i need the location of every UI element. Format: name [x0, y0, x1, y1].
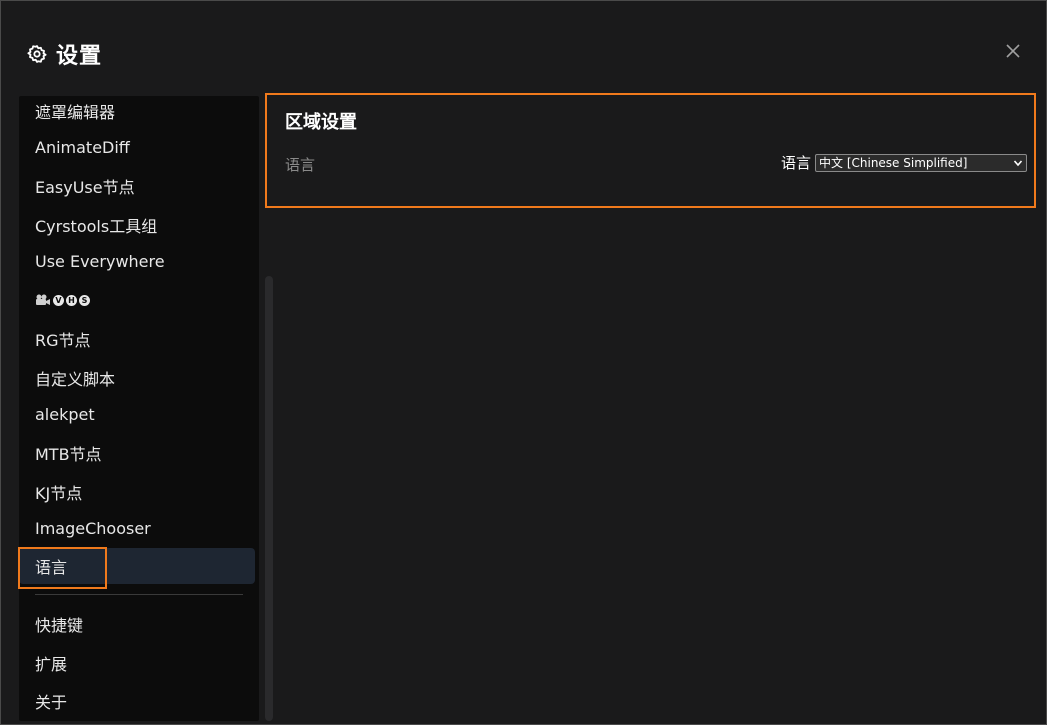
language-select-value: 中文 [Chinese Simplified] [819, 156, 968, 170]
sidebar-item-alekpet[interactable]: alekpet [19, 396, 255, 432]
sidebar-item-use-everywhere[interactable]: Use Everywhere [19, 243, 255, 279]
sidebar-item-vhs[interactable]: V H S [19, 282, 255, 318]
section-title: 区域设置 [285, 112, 357, 133]
close-button[interactable] [1003, 41, 1023, 61]
sidebar-item-label: 快捷键 [35, 616, 84, 635]
sidebar-item-label: AnimateDiff [35, 137, 130, 157]
language-control-label: 语言 [780, 154, 811, 172]
sidebar-item-about[interactable]: 关于 [19, 683, 255, 719]
sidebar-item-label: MTB节点 [35, 445, 102, 464]
settings-sidebar: 遮罩编辑器 AnimateDiff EasyUse节点 Cyrstools工具组… [19, 96, 259, 721]
sidebar-item-mask-editor[interactable]: 遮罩编辑器 [19, 96, 255, 129]
vhs-icons: V H S [35, 294, 90, 306]
sidebar-item-label: 遮罩编辑器 [35, 103, 116, 122]
vhs-v-badge: V [53, 294, 64, 306]
sidebar-item-label: ImageChooser [35, 518, 151, 538]
sidebar-item-easyuse[interactable]: EasyUse节点 [19, 168, 255, 204]
sidebar-item-mtb-nodes[interactable]: MTB节点 [19, 435, 255, 471]
sidebar-item-label: alekpet [35, 404, 95, 424]
sidebar-item-label: 关于 [35, 693, 68, 712]
camera-icon [36, 294, 50, 305]
sidebar-item-extensions[interactable]: 扩展 [19, 645, 255, 681]
sidebar-item-label: EasyUse节点 [35, 178, 135, 197]
dialog-header: 设置 [26, 37, 102, 71]
sidebar-item-rg-nodes[interactable]: RG节点 [19, 321, 255, 357]
settings-content: 区域设置 语言 语言 中文 [Chinese Simplified] [279, 96, 1039, 721]
sidebar-item-label: 扩展 [35, 655, 68, 674]
close-icon [1006, 44, 1020, 58]
sidebar-item-label: KJ节点 [35, 484, 83, 503]
chevron-down-icon [1013, 159, 1023, 166]
vhs-s-badge: S [79, 294, 90, 306]
settings-dialog: 设置 遮罩编辑器 AnimateDiff EasyUse节点 Cyrstools… [0, 0, 1047, 725]
sidebar-item-imagechooser[interactable]: ImageChooser [19, 510, 255, 546]
sidebar-divider [35, 594, 243, 595]
sidebar-item-animatediff[interactable]: AnimateDiff [19, 129, 255, 165]
gear-icon [26, 43, 48, 65]
language-select[interactable]: 中文 [Chinese Simplified] [815, 153, 1027, 172]
sidebar-item-language[interactable]: 语言 [19, 548, 255, 584]
sidebar-item-label: Use Everywhere [35, 251, 165, 271]
dialog-title: 设置 [56, 44, 103, 69]
sidebar-item-kj-nodes[interactable]: KJ节点 [19, 474, 255, 510]
sidebar-item-label: Cyrstools工具组 [35, 217, 158, 236]
sidebar-item-label: 自定义脚本 [35, 370, 116, 389]
vhs-h-badge: H [66, 294, 77, 306]
setting-label: 语言 [285, 156, 316, 174]
sidebar-item-label: RG节点 [35, 331, 91, 350]
sidebar-item-keybindings[interactable]: 快捷键 [19, 606, 255, 642]
sidebar-item-cyrstools[interactable]: Cyrstools工具组 [19, 207, 255, 243]
sidebar-scrollbar-thumb[interactable] [265, 276, 273, 721]
sidebar-item-label: 语言 [35, 558, 68, 577]
sidebar-item-custom-scripts[interactable]: 自定义脚本 [19, 360, 255, 396]
language-setting-control: 语言 中文 [Chinese Simplified] [781, 152, 1027, 173]
